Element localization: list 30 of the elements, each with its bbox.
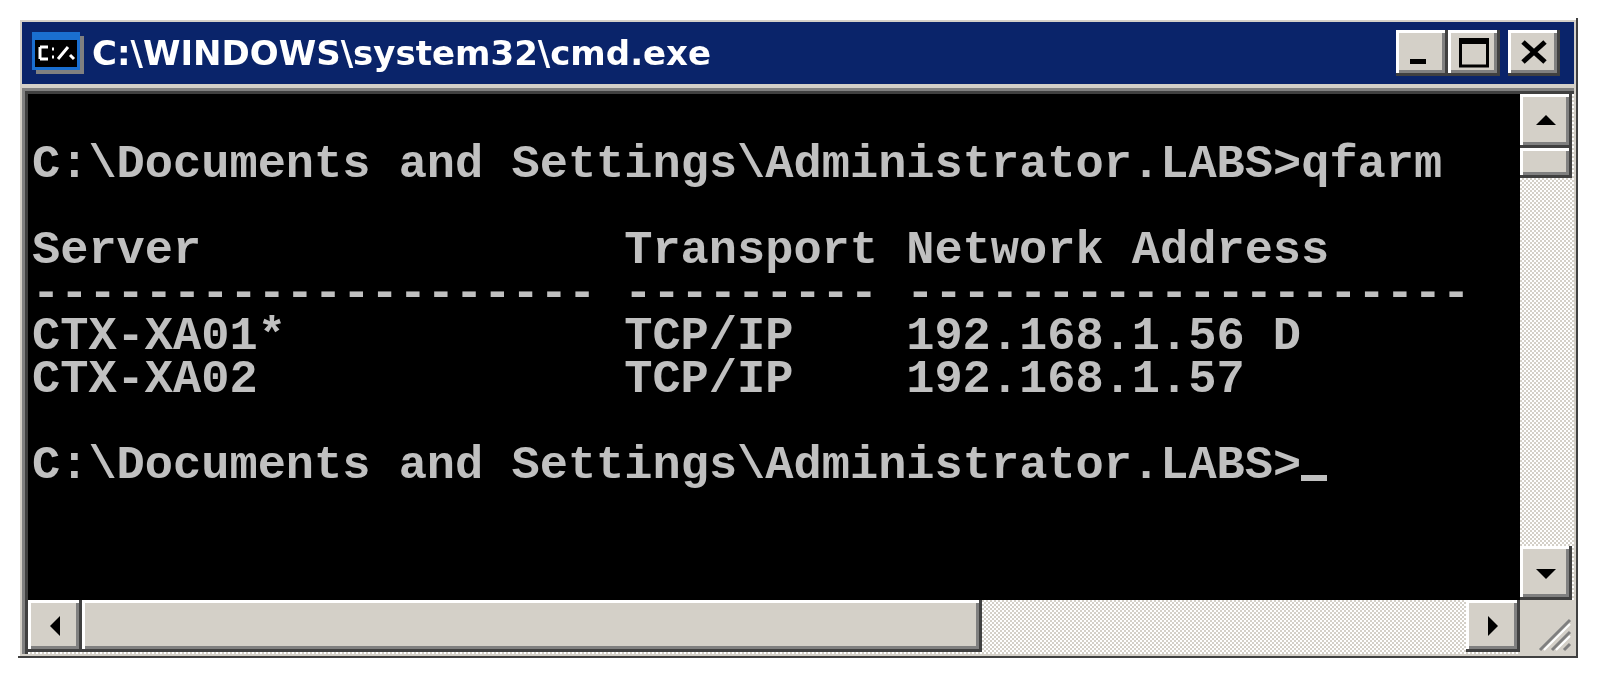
minimize-icon [1410,59,1426,64]
dashed-rule: -------------------- [906,272,1471,315]
maximize-icon [1457,36,1491,70]
minimize-button[interactable] [1396,30,1448,76]
scroll-left-button[interactable] [28,600,82,652]
table-cell: CTX-XA01* [32,315,286,358]
column-header: Server [32,229,202,272]
dashed-rule: -------------------- [32,272,597,315]
command-line: C:\Documents and Settings\Administrator.LABS>qfarm [32,143,1443,186]
table-cell: 192.168.1.57 [906,358,1245,401]
table-cell: CTX-XA02 [32,358,258,401]
scroll-thumb[interactable] [1520,148,1572,178]
horizontal-scrollbar[interactable] [28,600,1520,654]
table-cell: TCP/IP [624,358,794,401]
scroll-right-button[interactable] [1466,600,1520,652]
close-button[interactable] [1508,30,1560,76]
maximize-button[interactable] [1448,30,1500,76]
column-header: Transport [624,229,879,272]
window-title: C:\WINDOWS\system32\cmd.exe [92,33,713,73]
dashed-rule: --------- [624,272,879,315]
scroll-up-button[interactable] [1520,94,1572,148]
text-cursor [1301,475,1328,481]
console-app-icon [32,32,84,74]
vertical-scrollbar[interactable] [1520,94,1574,600]
table-cell: 192.168.1.56 D [906,315,1302,358]
column-header: Network Address [906,229,1330,272]
table-cell: TCP/IP [624,315,794,358]
scroll-down-button[interactable] [1520,546,1572,600]
scroll-thumb[interactable] [82,600,982,652]
command-prompt: C:\Documents and Settings\Administrator.LABS> [32,444,1302,487]
